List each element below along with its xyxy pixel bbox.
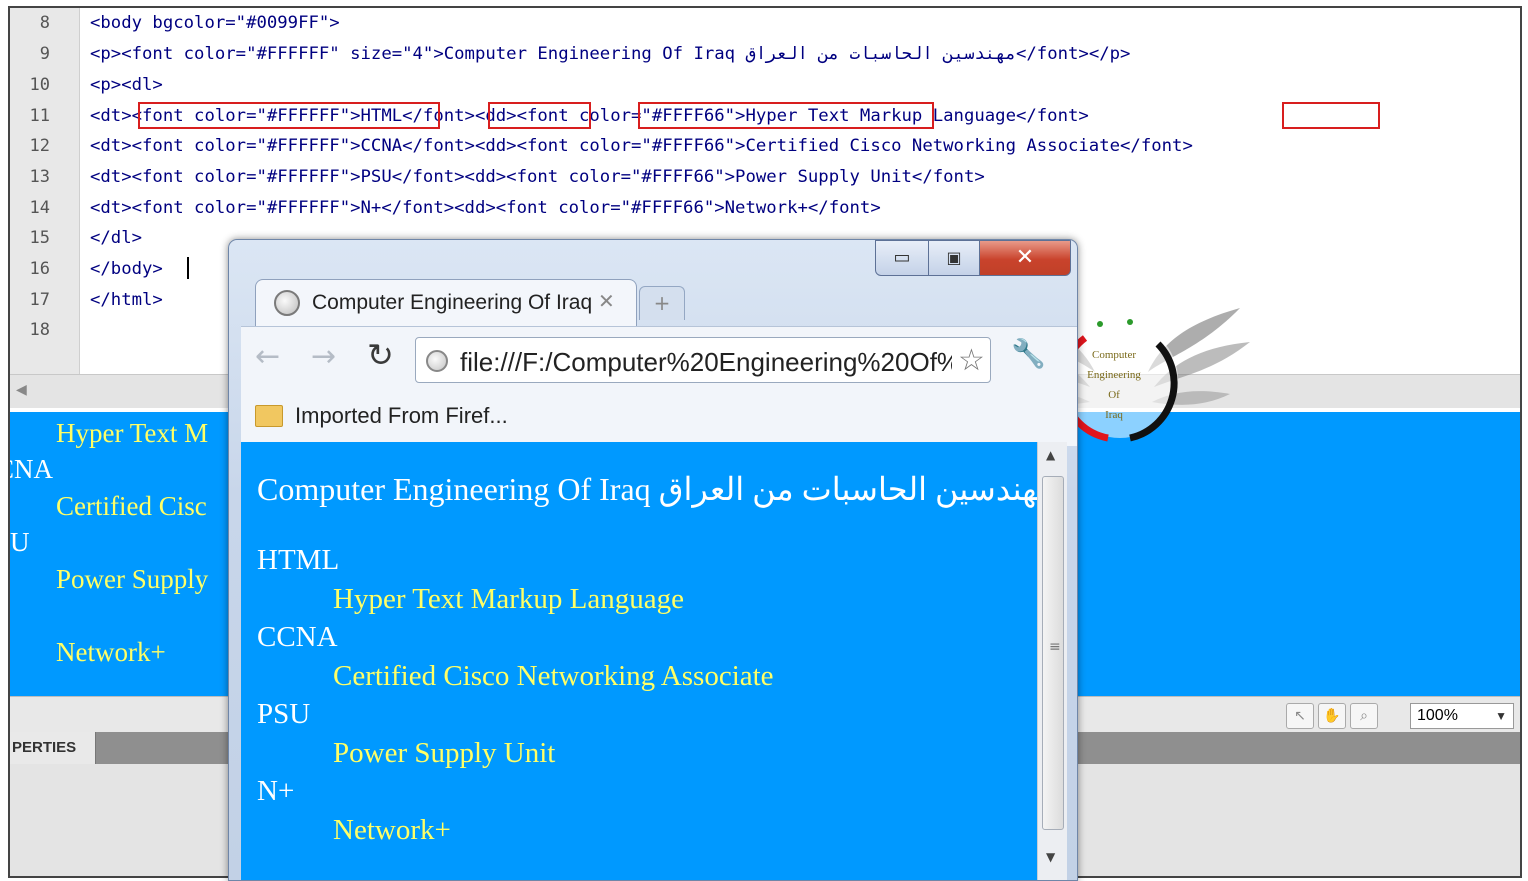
definition-term: HTML — [257, 544, 340, 576]
line-number: 15 — [29, 228, 50, 248]
code-line[interactable]: <dt><font color="#FFFFFF">PSU</font><dd>… — [90, 167, 985, 187]
grip-icon: ≡ — [1049, 639, 1061, 655]
forward-button[interactable]: → — [311, 339, 336, 374]
wrench-menu-icon[interactable]: 🔧 — [1011, 337, 1046, 370]
window-controls: ▭ ▣ ✕ — [875, 240, 1071, 276]
design-view-text: U — [10, 527, 30, 557]
line-number-gutter: 8 9 10 11 12 13 14 15 16 17 18 — [10, 8, 80, 380]
line-number: 9 — [39, 44, 50, 64]
code-line[interactable]: </dl> — [90, 228, 142, 248]
highlight-box — [488, 102, 591, 129]
logo-text: Of — [1108, 389, 1120, 401]
browser-window[interactable]: ▭ ▣ ✕ Computer Engineering Of Iraq ✕ + ←… — [228, 239, 1078, 881]
line-number: 16 — [29, 259, 50, 279]
bookmarks-bar: Imported From Firef... — [241, 389, 1077, 445]
page-heading: Computer Engineering Of Iraq مهندسين الح… — [257, 471, 1037, 507]
code-line[interactable]: <dt><font color="#FFFFFF">N+</font><dd><… — [90, 198, 881, 218]
browser-tab[interactable]: Computer Engineering Of Iraq ✕ — [255, 279, 637, 327]
folder-icon — [255, 405, 283, 427]
line-number: 18 — [29, 320, 50, 340]
chevron-down-icon: ▼ — [1495, 709, 1507, 723]
scroll-thumb[interactable]: ≡ — [1042, 476, 1064, 830]
browser-toolbar: ← → ↻ file:///F:/Computer%20Engineering%… — [241, 326, 1077, 446]
definition-desc: Hyper Text Markup Language — [333, 583, 684, 615]
scroll-down-icon[interactable]: ▼ — [1046, 850, 1055, 864]
line-number: 14 — [29, 198, 50, 218]
code-line[interactable]: </html> — [90, 290, 163, 310]
line-number: 13 — [29, 167, 50, 187]
logo-text: Engineering — [1087, 369, 1141, 381]
code-line[interactable]: <p><font color="#FFFFFF" size="4">Comput… — [90, 44, 1130, 64]
design-view-text: CNA — [10, 454, 54, 484]
bookmark-star-icon[interactable]: ☆ — [958, 343, 985, 378]
url-text[interactable]: file:///F:/Computer%20Engineering%20Of%2… — [460, 347, 952, 378]
definition-term: N+ — [257, 775, 295, 807]
new-tab-button[interactable]: + — [639, 286, 685, 320]
definition-desc: Network+ — [333, 814, 451, 846]
design-view-text: Power Supply — [56, 564, 209, 594]
code-line[interactable]: <dt><font color="#FFFFFF">CCNA</font><dd… — [90, 136, 1193, 156]
close-window-button[interactable]: ✕ — [979, 240, 1071, 276]
select-tool-icon[interactable]: ↖ — [1286, 703, 1314, 729]
text-caret — [187, 257, 189, 279]
code-line[interactable]: <body bgcolor="#0099FF"> — [90, 13, 340, 33]
logo-text: Computer — [1092, 349, 1136, 361]
highlight-box — [1282, 102, 1380, 129]
design-view-text: Hyper Text M — [56, 418, 209, 448]
highlight-box — [638, 102, 934, 129]
close-tab-icon[interactable]: ✕ — [598, 289, 615, 313]
page-viewport[interactable]: Computer Engineering Of Iraq مهندسين الح… — [241, 442, 1037, 880]
line-number: 17 — [29, 290, 50, 310]
code-line[interactable]: <p><dl> — [90, 75, 163, 95]
address-bar[interactable]: file:///F:/Computer%20Engineering%20Of%2… — [415, 337, 991, 383]
line-number: 11 — [29, 106, 50, 126]
minimize-button[interactable]: ▭ — [875, 240, 929, 276]
logo-text: Iraq — [1105, 409, 1123, 421]
globe-icon — [274, 290, 300, 316]
definition-desc: Power Supply Unit — [333, 737, 556, 769]
line-number: 12 — [29, 136, 50, 156]
definition-desc: Certified Cisco Networking Associate — [333, 660, 774, 692]
design-view-text: Certified Cisc — [56, 491, 207, 521]
zoom-value: 100% — [1417, 707, 1458, 724]
highlight-box — [138, 102, 440, 129]
scroll-left-icon[interactable]: ◀ — [16, 382, 27, 398]
tab-properties[interactable]: PERTIES — [10, 732, 96, 764]
code-line[interactable]: </body> — [90, 259, 163, 279]
line-number: 10 — [29, 75, 50, 95]
definition-term: PSU — [257, 698, 311, 730]
reload-button[interactable]: ↻ — [367, 336, 394, 374]
line-number: 8 — [39, 13, 50, 33]
hand-tool-icon[interactable]: ✋ — [1318, 703, 1346, 729]
zoom-tool-icon[interactable]: ⌕ — [1350, 703, 1378, 729]
zoom-select[interactable]: 100% ▼ — [1410, 703, 1514, 729]
back-button[interactable]: ← — [255, 339, 280, 374]
maximize-button[interactable]: ▣ — [928, 240, 980, 276]
view-tools: ↖ ✋ ⌕ — [1286, 703, 1378, 729]
page-icon — [426, 350, 448, 372]
tab-title: Computer Engineering Of Iraq — [312, 291, 593, 314]
scroll-up-icon[interactable]: ▲ — [1046, 448, 1055, 462]
definition-term: CCNA — [257, 621, 338, 653]
page-vertical-scrollbar[interactable]: ▲ ≡ ▼ — [1037, 442, 1067, 880]
design-view-text: Network+ — [56, 637, 166, 667]
bookmark-folder[interactable]: Imported From Firef... — [295, 403, 508, 429]
